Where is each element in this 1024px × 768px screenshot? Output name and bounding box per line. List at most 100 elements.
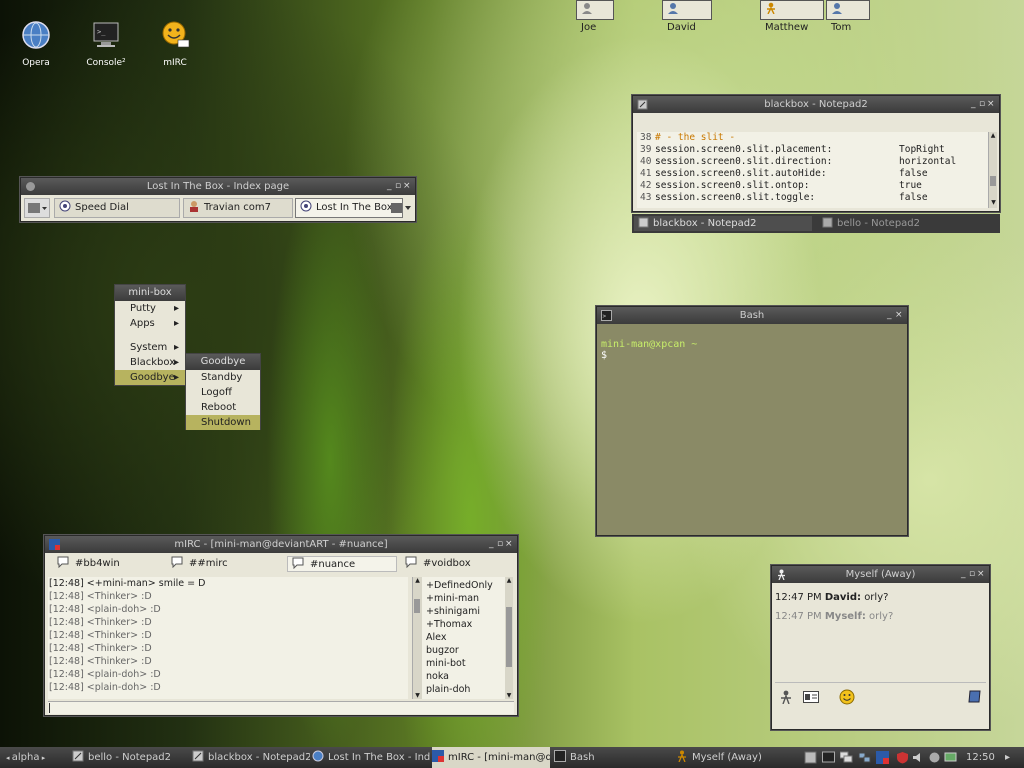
tab-speed-dial[interactable]: Speed Dial — [54, 198, 180, 218]
submenu-item-shutdown[interactable]: Shutdown — [186, 415, 260, 430]
mirc-input-field[interactable] — [48, 701, 514, 714]
chat-window: Myself (Away) _▫× 12:47 PM David: orly? … — [771, 565, 990, 730]
group-tab-bello[interactable]: bello - Notepad2 — [818, 216, 996, 231]
submenu-item-reboot[interactable]: Reboot — [186, 400, 260, 415]
maximize-button[interactable]: ▫ — [969, 566, 977, 583]
book-icon[interactable] — [968, 690, 982, 703]
chat-line: [12:48] <Thinker> :D — [49, 617, 152, 628]
task-bello-notepad[interactable]: bello - Notepad2 — [72, 747, 190, 768]
menu-item-goodbye[interactable]: Goodbye ▸ — [115, 370, 185, 385]
running-user-icon — [767, 2, 775, 14]
maximize-button[interactable]: ▫ — [979, 96, 987, 113]
desktop-icon-opera[interactable]: Opera — [6, 20, 66, 68]
browser-titlebar[interactable]: Lost In The Box - Index page _▫× — [21, 178, 415, 195]
task-mirc[interactable]: mIRC - [mini-man@d... — [432, 747, 550, 768]
bash-titlebar[interactable]: > Bash _× — [597, 307, 907, 324]
menu-item-system[interactable]: System ▸ — [115, 340, 185, 355]
pager-matthew[interactable]: Matthew — [760, 0, 824, 33]
submenu-item-logoff[interactable]: Logoff — [186, 385, 260, 400]
close-button[interactable]: × — [895, 307, 903, 324]
terminal-output[interactable]: mini-man@xpcan ~ $ — [597, 324, 907, 534]
taskbar-end[interactable]: ▸ — [1005, 747, 1019, 768]
channel-tab-mirc[interactable]: ##mirc — [167, 556, 277, 572]
maximize-button[interactable]: ▫ — [395, 178, 403, 195]
mirc-nicklist[interactable]: ▲ ▼ +DefinedOnly +mini-man +shinigami +Thom… — [412, 577, 508, 699]
pager-david[interactable]: David — [662, 0, 712, 33]
nick-item[interactable]: Alex — [426, 631, 493, 644]
nick-item[interactable]: +Thomax — [426, 618, 493, 631]
task-bash[interactable]: Bash — [554, 747, 672, 768]
mirc-titlebar[interactable]: mIRC - [mini-man@deviantART - #nuance] _… — [45, 536, 517, 553]
minimize-button[interactable]: _ — [489, 536, 497, 553]
nick-item[interactable]: mini-bot — [426, 657, 493, 670]
mirc-message-log[interactable]: [12:48] <+mini-man> smile = D [12:48] <Th… — [48, 577, 408, 699]
workspace-label[interactable]: ◂ alpha ▸ — [6, 747, 62, 768]
message-scrollbar[interactable]: ▲ ▼ — [505, 577, 513, 699]
notepad-editor[interactable]: 38 # - the slit -39 session.screen0.slit.p… — [637, 132, 989, 208]
menu-item-label: Apps — [130, 318, 155, 329]
menu-item-blackbox[interactable]: Blackbox ▸ — [115, 355, 185, 370]
buddy-icon[interactable] — [779, 690, 793, 704]
tab-menu-button[interactable] — [24, 198, 50, 218]
opera-icon — [22, 21, 50, 49]
tray-network-icon[interactable] — [858, 751, 871, 764]
scrollbar-thumb[interactable] — [506, 607, 512, 667]
nick-item[interactable]: +shinigami — [426, 605, 493, 618]
minimize-button[interactable]: _ — [887, 307, 895, 324]
close-button[interactable]: × — [987, 96, 995, 113]
submenu-item-standby[interactable]: Standby — [186, 370, 260, 385]
task-chat[interactable]: Myself (Away) — [676, 747, 794, 768]
tray-display-icon[interactable] — [944, 751, 957, 764]
profile-card-icon[interactable] — [803, 691, 819, 703]
chat-history[interactable]: 12:47 PM David: orly? 12:47 PM Myself: o… — [775, 586, 986, 682]
nick-item[interactable]: +DefinedOnly — [426, 579, 493, 592]
chat-titlebar[interactable]: Myself (Away) _▫× — [772, 566, 989, 583]
tray-status-icon[interactable] — [928, 751, 941, 764]
minimize-button[interactable]: _ — [387, 178, 395, 195]
page-icon — [300, 200, 312, 212]
desktop-icon-console[interactable]: >_ Console² — [76, 20, 136, 68]
line-text: session.screen0.slit.autoHide: — [655, 168, 827, 179]
menu-item-putty[interactable]: Putty ▸ — [115, 301, 185, 316]
maximize-button[interactable]: ▫ — [497, 536, 505, 553]
vertical-scrollbar[interactable]: ▲ ▼ — [988, 132, 997, 208]
nick-item[interactable]: +mini-man — [426, 592, 493, 605]
smiley-icon[interactable] — [839, 689, 855, 705]
channel-tab-nuance[interactable]: #nuance — [287, 556, 397, 572]
nick-item[interactable]: noka — [426, 670, 493, 683]
group-tab-blackbox[interactable]: blackbox - Notepad2 — [634, 216, 812, 231]
opera-icon — [312, 750, 324, 762]
pager-tom[interactable]: Tom — [826, 0, 870, 33]
scrollbar-thumb[interactable] — [990, 176, 996, 186]
nick-item[interactable]: plain-doh — [426, 683, 493, 696]
clock[interactable]: 12:50 — [966, 747, 998, 768]
scrollbar-thumb[interactable] — [414, 599, 420, 613]
tray-volume-icon[interactable] — [912, 751, 925, 764]
tray-windows-icon[interactable] — [840, 751, 853, 764]
notepad-titlebar[interactable]: blackbox - Notepad2 _▫× — [633, 96, 999, 113]
tray-shield-icon[interactable] — [896, 751, 909, 764]
close-button[interactable]: × — [505, 536, 513, 553]
nicklist-scrollbar[interactable]: ▲ ▼ — [413, 577, 422, 699]
tray-console-icon[interactable] — [822, 751, 835, 764]
tray-notepad-icon[interactable] — [804, 751, 817, 764]
editor-line: 39 session.screen0.slit.placement: TopRigh… — [637, 144, 989, 156]
line-value: false — [899, 192, 928, 203]
tab-travian[interactable]: Travian com7 — [183, 198, 293, 218]
pager-joe[interactable]: Joe — [576, 0, 614, 33]
tab-lost-in-the-box[interactable]: Lost In The Box - ... — [295, 198, 403, 218]
tray-mirc-icon[interactable] — [876, 751, 889, 764]
nick-item[interactable]: bugzor — [426, 644, 493, 657]
minimize-button[interactable]: _ — [971, 96, 979, 113]
minimize-button[interactable]: _ — [961, 566, 969, 583]
channel-tab-bb4win[interactable]: #bb4win — [53, 556, 163, 572]
channel-tab-voidbox[interactable]: #voidbox — [401, 556, 511, 572]
menu-item-apps[interactable]: Apps ▸ — [115, 316, 185, 331]
task-blackbox-notepad[interactable]: blackbox - Notepad2 — [192, 747, 310, 768]
task-lost-in-the-box[interactable]: Lost In The Box - Ind... — [312, 747, 430, 768]
close-button[interactable]: × — [403, 178, 411, 195]
close-button[interactable]: × — [977, 566, 985, 583]
editor-line: 43 session.screen0.slit.toggle: false — [637, 192, 989, 204]
desktop-icon-mirc[interactable]: mIRC — [145, 20, 205, 68]
line-number: 43 — [640, 192, 652, 203]
